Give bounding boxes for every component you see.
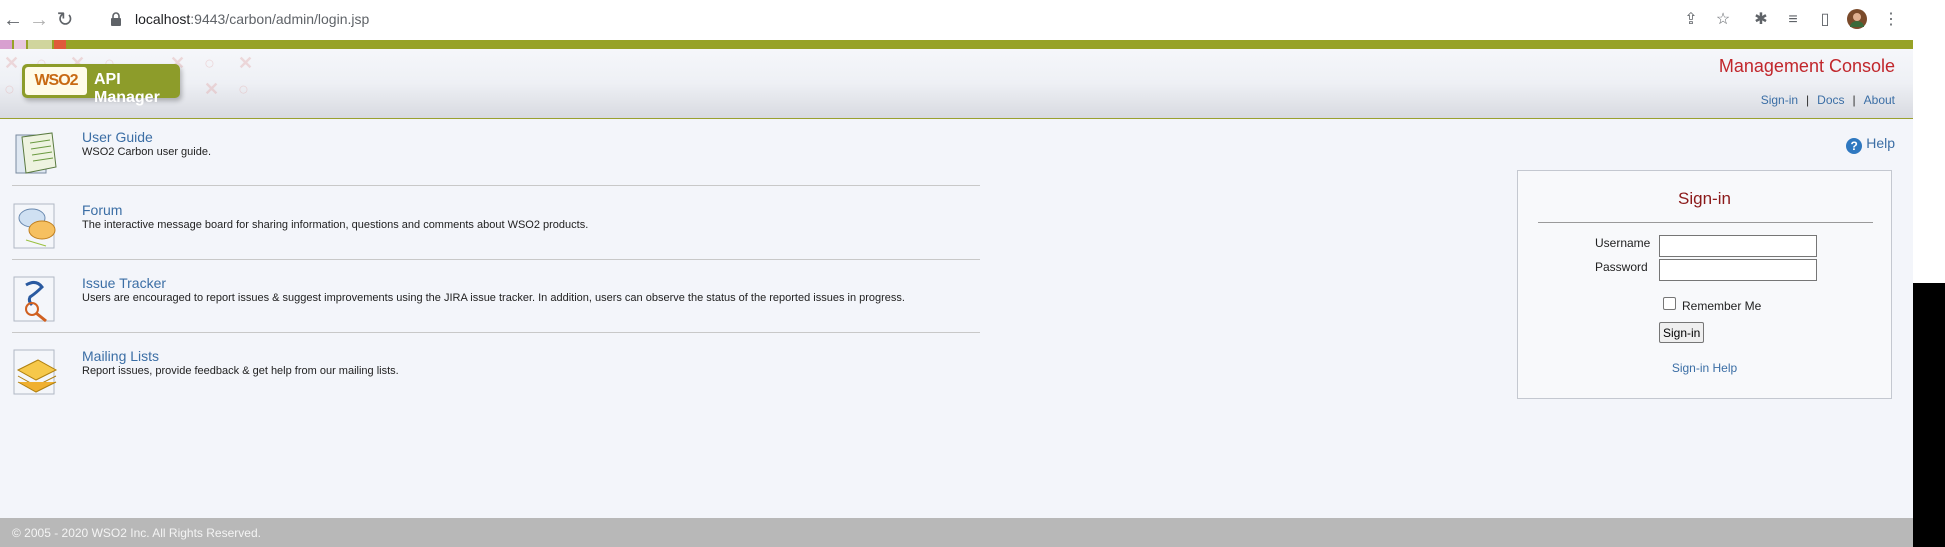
username-label: Username [1595,236,1651,250]
remember-me-label: Remember Me [1682,299,1762,313]
resource-description: Report issues, provide feedback & get he… [82,365,399,377]
share-icon[interactable]: ⇪ [1680,9,1702,31]
resource-title[interactable]: User Guide [82,129,153,145]
header-accent-band [0,40,1913,49]
app-viewport: ✕○✕○✕○✕ ○○✕✕○ WSO2 API Manager Managemen… [0,40,1913,547]
forward-arrow-icon[interactable]: → [28,9,50,31]
side-panel-icon[interactable]: ▯ [1814,9,1836,31]
list-item: Issue Tracker Users are encouraged to re… [12,275,980,323]
page-title: Management Console [1718,56,1895,76]
page-footer: © 2005 - 2020 WSO2 Inc. All Rights Reser… [0,518,1913,547]
divider [12,259,980,260]
resource-title[interactable]: Mailing Lists [82,348,159,364]
help-label: Help [1866,135,1895,151]
header-link-about[interactable]: About [1864,93,1895,107]
issue-tracker-magnifier-icon [13,276,55,323]
signin-button[interactable]: Sign-in [1659,322,1705,343]
signin-title: Sign-in [1678,189,1731,208]
logo-product: API Manager [94,71,160,106]
password-field[interactable] [1659,259,1817,281]
help-link[interactable]: ? Help [1846,135,1895,154]
forum-speech-bubble-icon [13,203,56,249]
resource-description: Users are encouraged to report issues & … [82,292,905,304]
mailing-list-envelopes-icon [13,349,58,395]
header-links: Sign-in | Docs | About [1761,93,1895,107]
profile-avatar-icon[interactable] [1846,9,1868,31]
password-label: Password [1595,260,1648,274]
remember-me-checkbox[interactable] [1663,297,1676,310]
resource-description: The interactive message board for sharin… [82,219,589,231]
divider [12,185,980,186]
back-arrow-icon[interactable]: ← [2,9,24,31]
user-guide-book-icon [15,132,57,174]
divider [1538,222,1873,223]
page-header: ✕○✕○✕○✕ ○○✕✕○ WSO2 API Manager Managemen… [0,40,1913,119]
address-bar[interactable]: localhost:9443/carbon/admin/login.jsp [105,6,1315,34]
signin-help-link[interactable]: Sign-in Help [1518,361,1891,375]
lock-icon [111,12,121,26]
link-separator: | [1806,93,1810,107]
list-item: Forum The interactive message board for … [12,202,980,250]
signin-panel: Sign-in Username Password Remember Me Si… [1517,170,1892,399]
link-separator: | [1852,93,1856,107]
screen-edge-strip [1913,283,1945,547]
bookmark-star-icon[interactable]: ☆ [1712,9,1734,31]
resource-title[interactable]: Issue Tracker [82,275,166,291]
logo-brand: WSO2 [25,67,87,95]
reload-icon[interactable]: ↻ [54,9,76,31]
header-link-docs[interactable]: Docs [1817,93,1844,107]
resource-title[interactable]: Forum [82,202,122,218]
url-text: localhost:9443/carbon/admin/login.jsp [135,11,370,27]
resource-description: WSO2 Carbon user guide. [82,146,212,158]
list-item: Mailing Lists Report issues, provide fee… [12,348,980,396]
copyright-text: © 2005 - 2020 WSO2 Inc. All Rights Reser… [12,526,261,540]
media-queue-icon[interactable]: ≡ [1782,9,1804,31]
menu-kebab-icon[interactable]: ⋮ [1880,9,1902,31]
divider [12,332,980,333]
header-link-signin[interactable]: Sign-in [1761,93,1798,107]
browser-toolbar: ← → ↻ localhost:9443/carbon/admin/login.… [0,0,1945,40]
extensions-puzzle-icon[interactable]: ✱ [1750,9,1772,31]
question-icon: ? [1846,138,1863,154]
username-field[interactable] [1659,235,1817,257]
list-item: User Guide WSO2 Carbon user guide. [12,129,980,177]
wso2-api-manager-logo[interactable]: WSO2 API Manager [22,64,180,106]
